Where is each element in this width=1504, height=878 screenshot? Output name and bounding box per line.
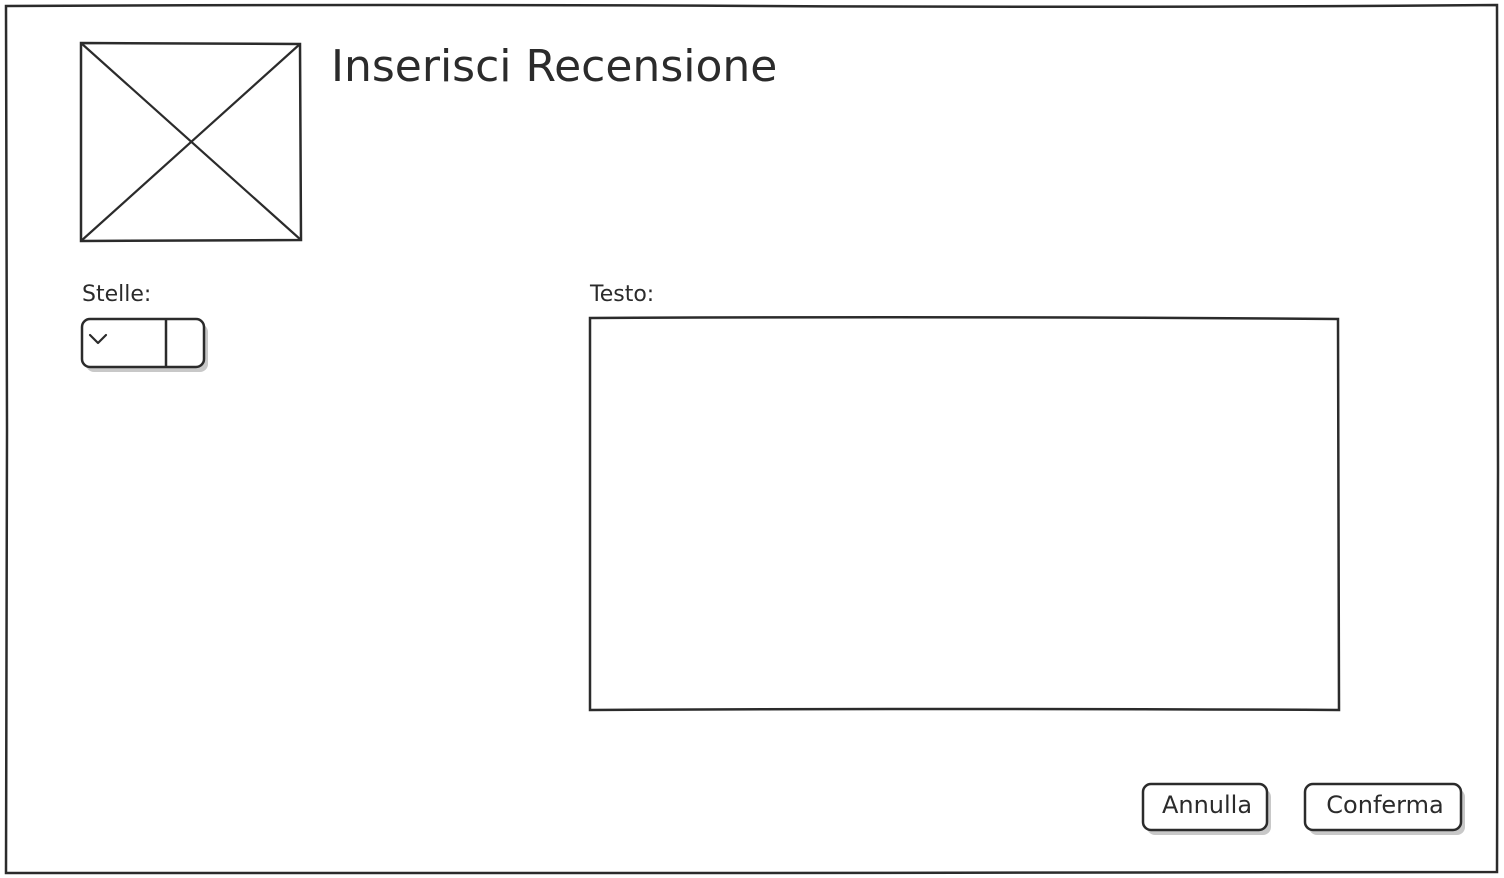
confirm-button-label: Conferma (1326, 791, 1444, 819)
review-text-value (598, 326, 1328, 696)
page-title: Inserisci Recensione (331, 41, 778, 92)
stars-select[interactable] (80, 316, 210, 374)
chevron-down-icon[interactable] (80, 316, 116, 360)
cancel-button-label: Annulla (1161, 791, 1253, 819)
text-label: Testo: (590, 282, 655, 307)
confirm-button[interactable]: Conferma (1302, 782, 1468, 838)
cancel-button[interactable]: Annulla (1140, 782, 1274, 838)
stars-label: Stelle: (82, 282, 152, 307)
review-text-area[interactable] (586, 314, 1344, 714)
review-dialog: Inserisci Recensione Stelle: Testo: Annu… (0, 0, 1504, 878)
image-placeholder-icon (79, 41, 303, 243)
